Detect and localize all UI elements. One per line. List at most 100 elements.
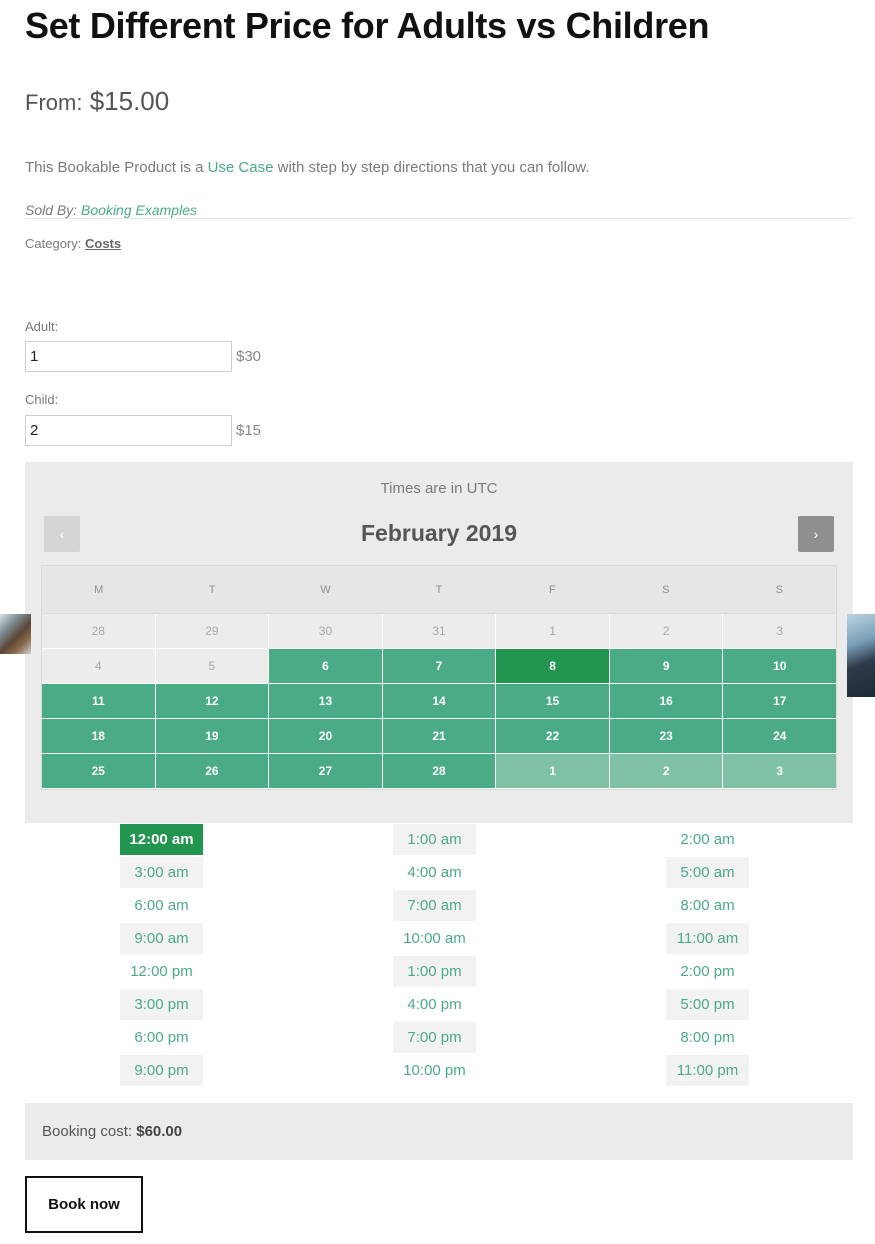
calendar-day[interactable]: 10 (723, 649, 837, 684)
calendar-day[interactable]: 6 (269, 649, 383, 684)
calendar-day-selected[interactable]: 8 (496, 649, 610, 684)
product-price: From: $15.00 (25, 84, 169, 120)
category-link[interactable]: Costs (85, 236, 121, 251)
calendar-day: 3 (723, 614, 837, 649)
booking-calendar: Times are in UTC ‹ February 2019 › MTWTF… (25, 462, 853, 823)
time-slot[interactable]: 2:00 am (666, 824, 749, 855)
time-slot[interactable]: 4:00 pm (393, 989, 476, 1020)
calendar-week: 25 26 27 28 1 2 3 (42, 754, 837, 789)
calendar-week: 18 19 20 21 22 23 24 (42, 719, 837, 754)
next-month-button[interactable]: › (798, 516, 834, 552)
time-slot[interactable]: 9:00 am (120, 923, 203, 954)
weekday-label: F (549, 584, 556, 596)
calendar-week: 11 12 13 14 15 16 17 (42, 684, 837, 719)
calendar-day[interactable]: 9 (609, 649, 724, 684)
time-slot[interactable]: 5:00 am (666, 857, 749, 888)
booking-cost-value: $60.00 (136, 1123, 183, 1140)
time-slot[interactable]: 7:00 pm (393, 1022, 476, 1053)
calendar-day: 2 (609, 614, 724, 649)
calendar-day[interactable]: 24 (723, 719, 837, 754)
price-prefix: From: (25, 90, 83, 115)
calendar-grid: MTWTFSS 28 29 30 31 1 2 3 4 5 6 7 8 9 10 11 12 13 14 15 16 1… (41, 565, 837, 790)
calendar-week: 4 5 6 7 8 9 10 (42, 649, 837, 684)
time-slot[interactable]: 11:00 am (666, 923, 749, 954)
calendar-day[interactable]: 2 (609, 754, 724, 789)
calendar-week: 28 29 30 31 1 2 3 (42, 614, 837, 649)
time-slot[interactable]: 12:00 pm (120, 956, 203, 987)
weekday-label: S (775, 584, 783, 596)
calendar-day[interactable]: 18 (42, 719, 156, 754)
weekday-label: S (662, 584, 670, 596)
calendar-day[interactable]: 25 (42, 754, 156, 789)
carousel-image-left[interactable] (0, 614, 31, 654)
product-title: Set Different Price for Adults vs Childr… (25, 5, 710, 46)
time-slot[interactable]: 4:00 am (393, 857, 476, 888)
calendar-day[interactable]: 15 (496, 684, 610, 719)
calendar-day[interactable]: 7 (382, 649, 497, 684)
adult-price: $30 (236, 348, 262, 365)
calendar-day[interactable]: 3 (723, 754, 837, 789)
calendar-day[interactable]: 12 (155, 684, 270, 719)
time-slot[interactable]: 5:00 pm (666, 989, 749, 1020)
timezone-note: Times are in UTC (380, 480, 498, 497)
calendar-day: 4 (42, 649, 156, 684)
price-value: $15.00 (89, 86, 170, 116)
child-label: Child: (25, 392, 59, 407)
child-quantity-input[interactable] (25, 415, 232, 446)
time-slot[interactable]: 2:00 pm (666, 956, 749, 987)
calendar-day: 31 (382, 614, 497, 649)
time-slot[interactable]: 8:00 am (666, 890, 749, 921)
month-title: February 2019 (361, 520, 517, 546)
description-text-end: with step by step directions that you ca… (273, 159, 590, 176)
booking-cost: Booking cost: $60.00 (25, 1103, 853, 1160)
calendar-day[interactable]: 1 (496, 754, 610, 789)
time-slot[interactable]: 9:00 pm (120, 1055, 203, 1086)
calendar-day[interactable]: 21 (382, 719, 497, 754)
carousel-image-right[interactable] (847, 614, 875, 697)
product-category: Category: Costs (25, 235, 121, 253)
time-slot[interactable]: 3:00 am (120, 857, 203, 888)
calendar-day[interactable]: 26 (155, 754, 270, 789)
calendar-day[interactable]: 19 (155, 719, 270, 754)
calendar-day[interactable]: 13 (269, 684, 383, 719)
time-slot[interactable]: 6:00 pm (120, 1022, 203, 1053)
weekday-header: MTWTFSS (42, 566, 836, 614)
calendar-day: 30 (269, 614, 383, 649)
calendar-day[interactable]: 14 (382, 684, 497, 719)
time-slot-selected[interactable]: 12:00 am (120, 824, 203, 855)
time-slot[interactable]: 6:00 am (120, 890, 203, 921)
time-slot[interactable]: 11:00 pm (666, 1055, 749, 1086)
calendar-day[interactable]: 17 (723, 684, 837, 719)
time-slot[interactable]: 1:00 pm (393, 956, 476, 987)
calendar-day: 28 (42, 614, 156, 649)
sold-by-label: Sold By: (25, 202, 78, 218)
time-slot[interactable]: 10:00 pm (393, 1055, 476, 1086)
time-slot[interactable]: 1:00 am (393, 824, 476, 855)
time-slot[interactable]: 7:00 am (393, 890, 476, 921)
chevron-right-icon: › (813, 526, 819, 542)
book-now-button[interactable]: Book now (25, 1176, 143, 1233)
calendar-day[interactable]: 16 (609, 684, 724, 719)
product-description: This Bookable Product is a Use Case with… (25, 157, 589, 179)
time-slot[interactable]: 8:00 pm (666, 1022, 749, 1053)
category-label: Category: (25, 236, 82, 251)
vendor-link[interactable]: Booking Examples (81, 202, 197, 218)
calendar-day[interactable]: 11 (42, 684, 156, 719)
weekday-label: W (320, 584, 331, 596)
time-slot[interactable]: 3:00 pm (120, 989, 203, 1020)
divider (25, 218, 853, 219)
weekday-label: T (208, 584, 216, 596)
description-text-start: This Bookable Product is a (25, 159, 208, 176)
calendar-day[interactable]: 23 (609, 719, 724, 754)
calendar-day[interactable]: 28 (382, 754, 497, 789)
calendar-day[interactable]: 22 (496, 719, 610, 754)
adult-quantity-input[interactable] (25, 341, 232, 372)
time-slot[interactable]: 10:00 am (393, 923, 476, 954)
weekday-label: M (94, 584, 104, 596)
calendar-day[interactable]: 27 (269, 754, 383, 789)
calendar-day[interactable]: 20 (269, 719, 383, 754)
adult-label: Adult: (25, 319, 59, 334)
calendar-day: 1 (496, 614, 610, 649)
child-price: $15 (236, 422, 262, 439)
use-case-link[interactable]: Use Case (208, 159, 274, 176)
